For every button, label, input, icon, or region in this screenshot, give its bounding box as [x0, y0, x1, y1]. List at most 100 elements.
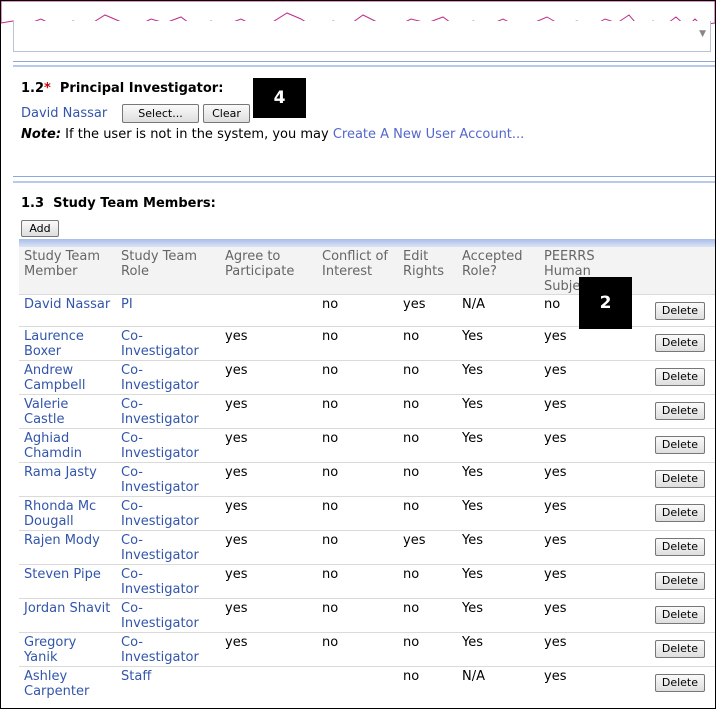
- cell-accepted: Yes: [457, 496, 539, 531]
- cell-agree: yes: [220, 428, 317, 463]
- cell-member[interactable]: Jordan Shavit: [19, 598, 116, 633]
- cell-member[interactable]: Valerie Castle: [19, 394, 116, 429]
- cell-conflict: no: [317, 428, 398, 463]
- cell-accepted: Yes: [457, 326, 539, 361]
- cell-role[interactable]: Co-Investigator: [116, 394, 220, 429]
- cell-role[interactable]: Co-Investigator: [116, 462, 220, 497]
- add-team-member-button[interactable]: Add: [21, 220, 59, 237]
- callout-marker-4: 4: [253, 78, 306, 118]
- cell-edit: no: [398, 598, 457, 633]
- cell-peerrs: yes: [539, 666, 633, 700]
- cell-member[interactable]: Laurence Boxer: [19, 326, 116, 361]
- cell-actions: Delete: [633, 666, 715, 700]
- delete-member-button[interactable]: Delete: [654, 334, 705, 352]
- cell-peerrs: yes: [539, 394, 633, 429]
- table-body: David Nassar PI no yes N/A no Delete Laurence B…: [19, 294, 715, 700]
- cell-role[interactable]: Co-Investigator: [116, 632, 220, 667]
- table-toolbar-bar: [19, 239, 715, 247]
- cell-actions: Delete: [633, 462, 715, 497]
- cell-role[interactable]: Co-Investigator: [116, 496, 220, 531]
- cell-peerrs: yes: [539, 530, 633, 565]
- cell-agree: yes: [220, 496, 317, 531]
- delete-member-button[interactable]: Delete: [654, 470, 705, 488]
- cell-peerrs: yes: [539, 428, 633, 463]
- cell-member[interactable]: Steven Pipe: [19, 564, 116, 599]
- create-user-account-link[interactable]: Create A New User Account...: [333, 127, 525, 142]
- cell-accepted: Yes: [457, 462, 539, 497]
- cell-member[interactable]: Ashley Carpenter: [19, 666, 116, 700]
- cell-conflict: no: [317, 462, 398, 497]
- table-row: Rama Jasty Co-Investigator yes no no Yes yes De…: [19, 462, 715, 497]
- delete-member-button[interactable]: Delete: [654, 640, 705, 658]
- clear-investigator-button[interactable]: Clear: [203, 104, 250, 123]
- select-investigator-button[interactable]: Select...: [122, 104, 199, 123]
- cell-actions: Delete: [633, 632, 715, 667]
- delete-member-button[interactable]: Delete: [654, 504, 705, 522]
- cell-member[interactable]: Rama Jasty: [19, 462, 116, 497]
- delete-member-button[interactable]: Delete: [654, 368, 705, 386]
- scroll-down-arrow-icon[interactable]: ▼: [699, 29, 706, 39]
- delete-member-button[interactable]: Delete: [654, 402, 705, 420]
- cell-role[interactable]: PI: [116, 294, 220, 327]
- cell-agree: yes: [220, 598, 317, 633]
- cell-conflict: no: [317, 294, 398, 327]
- cell-accepted: Yes: [457, 530, 539, 565]
- cell-actions: Delete: [633, 428, 715, 463]
- delete-member-button[interactable]: Delete: [654, 538, 705, 556]
- cell-accepted: Yes: [457, 360, 539, 395]
- create-user-note: Note: If the user is not in the system, …: [21, 127, 524, 142]
- cell-member[interactable]: Rhonda Mc Dougall: [19, 496, 116, 531]
- cell-actions: Delete: [633, 496, 715, 531]
- cell-agree: yes: [220, 326, 317, 361]
- cell-actions: Delete: [633, 394, 715, 429]
- table-row: Jordan Shavit Co-Investigator yes no no Yes ye…: [19, 598, 715, 633]
- delete-member-button[interactable]: Delete: [654, 572, 705, 590]
- cell-edit: no: [398, 632, 457, 667]
- cell-agree: yes: [220, 564, 317, 599]
- cell-edit: yes: [398, 294, 457, 327]
- study-team-heading: 1.3 Study Team Members:: [21, 196, 216, 211]
- cell-conflict: no: [317, 496, 398, 531]
- cell-agree: [220, 666, 317, 700]
- cell-actions: Delete: [633, 326, 715, 361]
- cell-peerrs: yes: [539, 360, 633, 395]
- cell-member[interactable]: Gregory Yanik: [19, 632, 116, 667]
- cell-role[interactable]: Staff: [116, 666, 220, 700]
- cell-peerrs: yes: [539, 564, 633, 599]
- cell-member[interactable]: David Nassar: [19, 294, 116, 327]
- delete-member-button[interactable]: Delete: [654, 436, 705, 454]
- principal-investigator-name[interactable]: David Nassar: [21, 106, 107, 121]
- cell-peerrs: yes: [539, 462, 633, 497]
- cell-role[interactable]: Co-Investigator: [116, 598, 220, 633]
- principal-investigator-heading: 1.2* Principal Investigator:: [21, 81, 223, 96]
- cell-peerrs: yes: [539, 632, 633, 667]
- cell-conflict: no: [317, 530, 398, 565]
- delete-member-button[interactable]: Delete: [654, 674, 705, 692]
- column-header-actions: [633, 247, 715, 295]
- cell-conflict: no: [317, 598, 398, 633]
- cell-edit: no: [398, 496, 457, 531]
- delete-member-button[interactable]: Delete: [654, 302, 705, 320]
- column-header: Study Team Member: [19, 247, 116, 295]
- table-row: Gregory Yanik Co-Investigator yes no no Yes ye…: [19, 632, 715, 667]
- note-text: If the user is not in the system, you ma…: [61, 127, 333, 142]
- cell-agree: yes: [220, 360, 317, 395]
- cell-conflict: [317, 666, 398, 700]
- required-marker: *: [44, 81, 51, 96]
- section-number: 1.2: [21, 81, 45, 96]
- top-listbox[interactable]: ▼: [13, 21, 711, 52]
- cell-actions: Delete: [633, 360, 715, 395]
- section-number: 1.3: [21, 196, 45, 211]
- cell-role[interactable]: Co-Investigator: [116, 360, 220, 395]
- cell-member[interactable]: Rajen Mody: [19, 530, 116, 565]
- cell-member[interactable]: Aghiad Chamdin: [19, 428, 116, 463]
- cell-conflict: no: [317, 564, 398, 599]
- section-divider: [13, 176, 715, 177]
- cell-role[interactable]: Co-Investigator: [116, 530, 220, 565]
- cell-role[interactable]: Co-Investigator: [116, 564, 220, 599]
- cell-role[interactable]: Co-Investigator: [116, 326, 220, 361]
- cell-member[interactable]: Andrew Campbell: [19, 360, 116, 395]
- delete-member-button[interactable]: Delete: [654, 606, 705, 624]
- cell-role[interactable]: Co-Investigator: [116, 428, 220, 463]
- column-header: Study Team Role: [116, 247, 220, 295]
